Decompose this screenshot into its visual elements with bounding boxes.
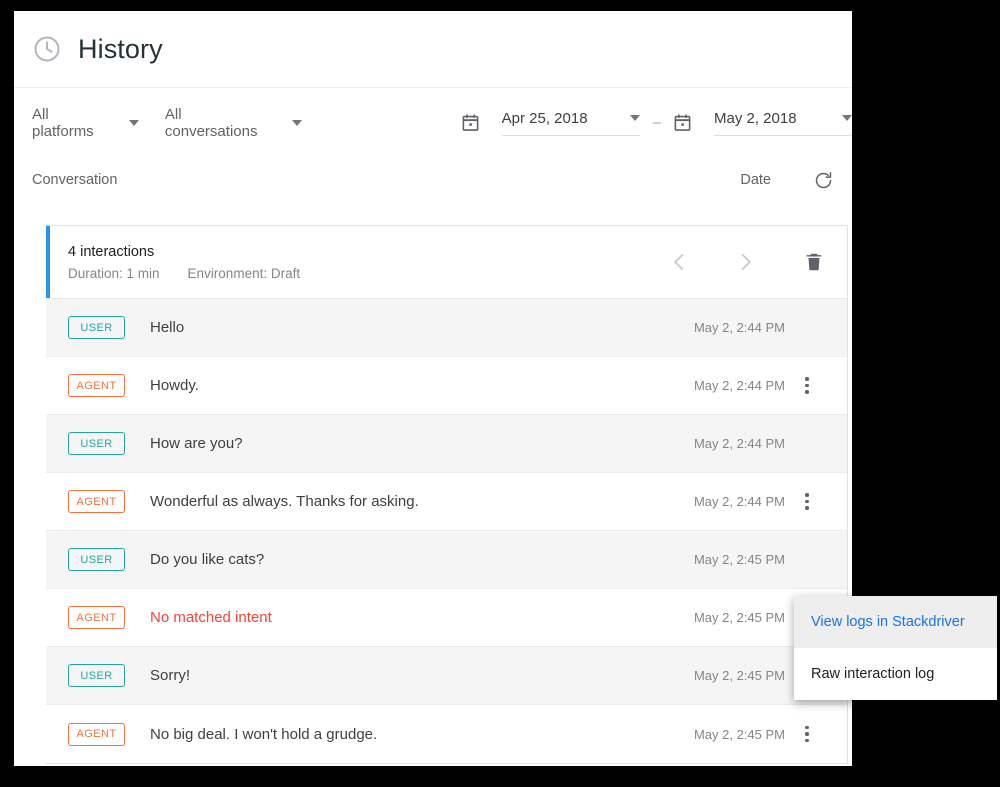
trash-icon[interactable] bbox=[803, 251, 825, 273]
message-timestamp: May 2, 2:45 PM bbox=[693, 552, 785, 567]
menu-item-raw-interaction-log[interactable]: Raw interaction log bbox=[794, 648, 997, 700]
role-badge-agent: AGENT bbox=[68, 722, 125, 746]
message-text: No matched intent bbox=[150, 609, 272, 626]
role-badge-agent: AGENT bbox=[68, 490, 125, 513]
more-options-icon[interactable] bbox=[805, 377, 809, 394]
kebab-dot bbox=[805, 377, 809, 381]
chevron-down-icon bbox=[629, 115, 640, 121]
refresh-icon[interactable] bbox=[813, 170, 834, 191]
date-range-separator: – bbox=[652, 114, 661, 131]
conversation-filter-select[interactable]: All conversations bbox=[165, 106, 302, 140]
kebab-dot bbox=[805, 383, 809, 388]
role-badge-user: USER bbox=[68, 432, 125, 455]
message-row-right: May 2, 2:44 PM bbox=[694, 320, 847, 335]
conversation-environment: Environment: Draft bbox=[187, 265, 301, 281]
message-row-right: May 2, 2:44 PM bbox=[694, 493, 847, 510]
conversation-panel: 4 interactions Duration: 1 min Environme… bbox=[46, 225, 848, 764]
menu-item-label: Raw interaction log bbox=[811, 666, 935, 682]
kebab-dot bbox=[805, 725, 809, 730]
message-row-right: May 2, 2:45 PM bbox=[693, 725, 847, 743]
message-row[interactable]: USER How are you? May 2, 2:44 PM bbox=[46, 415, 847, 473]
conversation-filter-label: All conversations bbox=[164, 105, 258, 140]
message-row-right: May 2, 2:44 PM bbox=[694, 436, 847, 451]
message-text: Hello bbox=[150, 319, 185, 336]
message-row[interactable]: AGENT No matched intent May 2, 2:45 PM bbox=[46, 589, 847, 647]
table-column-headers: Conversation Date bbox=[14, 157, 852, 203]
kebab-dot bbox=[805, 506, 809, 510]
filter-bar: All platforms All conversations Apr 25, bbox=[14, 88, 852, 157]
role-badge-user: USER bbox=[68, 548, 125, 571]
message-status-slot bbox=[785, 493, 829, 510]
column-headers-right: Date bbox=[740, 170, 834, 191]
page-title: History bbox=[78, 33, 163, 64]
message-row[interactable]: USER Hello May 2, 2:44 PM bbox=[46, 299, 847, 357]
message-row-right: May 2, 2:44 PM bbox=[694, 377, 847, 394]
message-timestamp: May 2, 2:44 PM bbox=[693, 436, 785, 451]
message-timestamp: May 2, 2:44 PM bbox=[693, 378, 785, 393]
role-badge-agent: AGENT bbox=[68, 606, 125, 629]
conversation-actions bbox=[666, 249, 847, 275]
conversation-meta: Duration: 1 min Environment: Draft bbox=[68, 266, 300, 281]
message-timestamp: May 2, 2:44 PM bbox=[693, 320, 785, 335]
kebab-dot bbox=[805, 493, 809, 497]
end-date-picker[interactable]: May 2, 2018 bbox=[673, 110, 852, 136]
chevron-down-icon bbox=[291, 119, 302, 126]
message-row[interactable]: AGENT No big deal. I won't hold a grudge.… bbox=[46, 705, 847, 763]
message-text: Sorry! bbox=[150, 667, 191, 684]
column-header-conversation: Conversation bbox=[32, 172, 118, 188]
kebab-dot bbox=[805, 499, 809, 504]
column-header-date[interactable]: Date bbox=[740, 172, 771, 188]
clock-icon bbox=[32, 34, 62, 64]
menu-item-label: View logs in Stackdriver bbox=[811, 614, 965, 630]
message-text: Do you like cats? bbox=[150, 551, 265, 568]
history-card: History All platforms All conversations bbox=[14, 11, 997, 766]
chevron-left-icon[interactable] bbox=[666, 249, 692, 275]
calendar-icon bbox=[673, 113, 692, 132]
chevron-right-icon[interactable] bbox=[733, 249, 759, 275]
menu-item-view-logs-stackdriver[interactable]: View logs in Stackdriver bbox=[794, 596, 997, 648]
message-status-slot bbox=[785, 377, 829, 394]
chevron-down-icon bbox=[128, 119, 139, 126]
kebab-dot bbox=[805, 738, 809, 743]
calendar-icon bbox=[461, 113, 480, 132]
message-list: USER Hello May 2, 2:44 PM AGENT Howdy. May 2,… bbox=[46, 299, 847, 763]
conversation-summary-row[interactable]: 4 interactions Duration: 1 min Environme… bbox=[46, 226, 847, 299]
message-timestamp: May 2, 2:45 PM bbox=[693, 726, 785, 742]
page-header: History bbox=[14, 11, 852, 88]
end-date-input[interactable]: May 2, 2018 bbox=[714, 110, 852, 136]
message-status-slot bbox=[785, 725, 829, 743]
interactions-count: 4 interactions bbox=[68, 243, 155, 260]
platform-filter-label: All platforms bbox=[32, 105, 94, 140]
start-date-picker[interactable]: Apr 25, 2018 bbox=[461, 110, 640, 136]
message-row[interactable]: USER Sorry! May 2, 2:45 PM bbox=[46, 647, 847, 705]
more-options-icon[interactable] bbox=[805, 725, 809, 743]
message-text: No big deal. I won't hold a grudge. bbox=[150, 725, 378, 743]
kebab-dot bbox=[805, 732, 809, 736]
end-date-value: May 2, 2018 bbox=[714, 109, 797, 127]
message-text: How are you? bbox=[150, 435, 243, 452]
chevron-down-icon bbox=[842, 115, 852, 121]
kebab-dot bbox=[805, 390, 809, 394]
message-timestamp: May 2, 2:44 PM bbox=[693, 494, 785, 509]
interaction-context-menu: View logs in Stackdriver Raw interaction… bbox=[794, 596, 997, 700]
conversation-summary-text: 4 interactions Duration: 1 min Environme… bbox=[68, 244, 300, 281]
more-options-icon[interactable] bbox=[805, 493, 809, 510]
conversation-duration: Duration: 1 min bbox=[68, 265, 160, 281]
message-timestamp: May 2, 2:45 PM bbox=[693, 668, 785, 683]
date-range-filter: Apr 25, 2018 – May 2, 2018 bbox=[461, 110, 852, 136]
start-date-input[interactable]: Apr 25, 2018 bbox=[501, 109, 640, 136]
message-text: Wonderful as always. Thanks for asking. bbox=[150, 493, 419, 510]
message-text: Howdy. bbox=[150, 377, 199, 394]
role-badge-user: USER bbox=[68, 664, 125, 687]
role-badge-agent: AGENT bbox=[68, 374, 125, 397]
message-row[interactable]: AGENT Howdy. May 2, 2:44 PM bbox=[46, 357, 847, 415]
role-badge-user: USER bbox=[68, 316, 125, 339]
message-timestamp: May 2, 2:45 PM bbox=[693, 610, 785, 625]
message-row-right: May 2, 2:45 PM bbox=[694, 552, 847, 567]
message-row[interactable]: AGENT Wonderful as always. Thanks for ask… bbox=[46, 473, 847, 531]
platform-filter-select[interactable]: All platforms bbox=[32, 106, 139, 140]
start-date-value: Apr 25, 2018 bbox=[501, 109, 588, 127]
message-row[interactable]: USER Do you like cats? May 2, 2:45 PM bbox=[46, 531, 847, 589]
